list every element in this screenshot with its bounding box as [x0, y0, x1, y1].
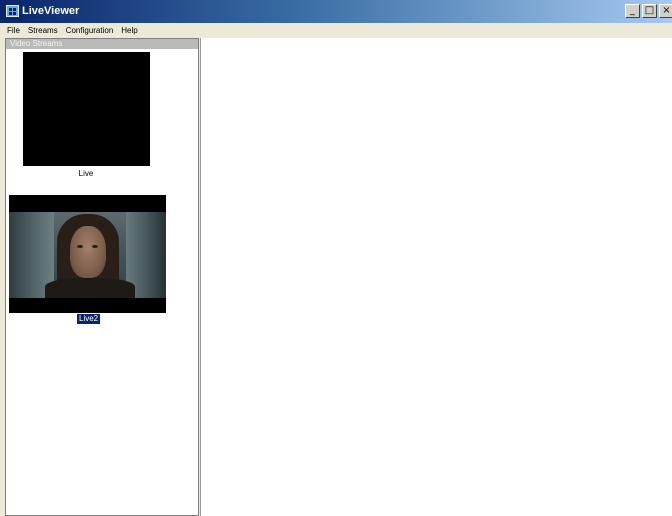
window-title: LiveViewer [22, 5, 80, 17]
liveviewer-window: LiveViewer _ □ × File Streams Configurat… [0, 0, 672, 516]
figure-eye-left [77, 245, 83, 248]
menu-streams[interactable]: Streams [24, 25, 62, 37]
panel-header: Video Streams [6, 39, 198, 49]
close-button[interactable]: × [659, 4, 672, 18]
figure-face [70, 226, 106, 278]
menu-bar: File Streams Configuration Help [0, 23, 672, 38]
stream-thumbnail-live2[interactable] [9, 195, 166, 313]
video-frame-image [9, 212, 166, 298]
stream-label-live2-selected[interactable]: Live2 [77, 314, 101, 324]
menu-file[interactable]: File [3, 25, 24, 37]
video-streams-panel: Video Streams Live Live2 [5, 38, 199, 516]
stream-thumbnail-live[interactable] [23, 52, 150, 166]
app-icon[interactable] [6, 5, 19, 17]
window-controls: _ □ × [625, 4, 672, 18]
minimize-button[interactable]: _ [625, 4, 640, 18]
video-display-area[interactable] [200, 38, 672, 516]
menu-help[interactable]: Help [117, 25, 141, 37]
stream-label-live[interactable]: Live [66, 169, 106, 179]
figure-eye-right [92, 245, 98, 248]
maximize-button[interactable]: □ [642, 4, 657, 18]
menu-configuration[interactable]: Configuration [62, 25, 118, 37]
figure-cloak [45, 278, 135, 298]
title-bar[interactable]: LiveViewer _ □ × [0, 0, 672, 23]
